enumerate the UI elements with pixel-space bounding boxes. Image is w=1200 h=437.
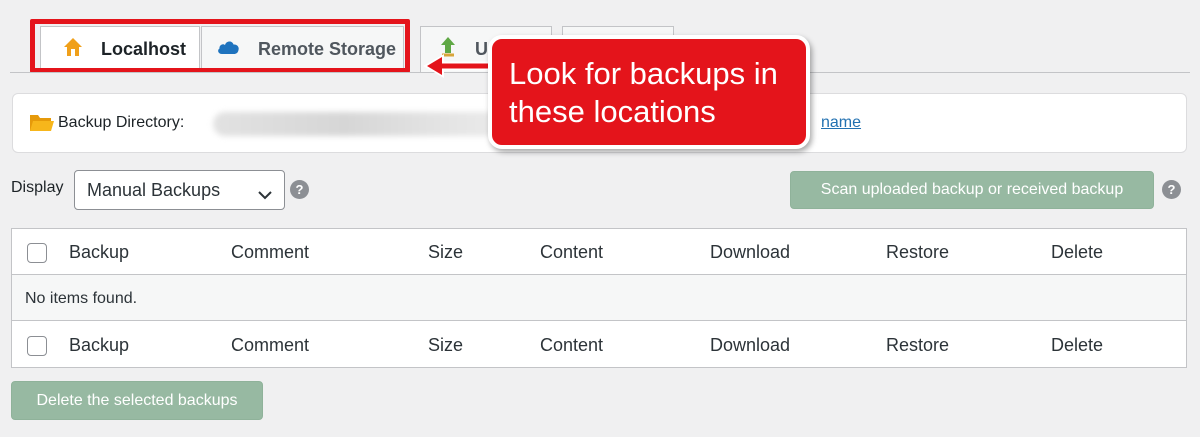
select-all-checkbox[interactable] — [27, 336, 47, 356]
tab-divider — [199, 31, 200, 69]
tab-localhost[interactable]: Localhost — [40, 26, 200, 72]
table-empty-row: No items found. — [12, 275, 1186, 321]
column-footer[interactable]: Backup — [69, 335, 129, 356]
column-header: Size — [428, 242, 464, 262]
tab-localhost-label: Localhost — [101, 39, 187, 59]
annotation-callout: Look for backups in these locations — [488, 35, 810, 149]
help-icon[interactable]: ? — [290, 180, 309, 199]
column-footer: Restore — [886, 335, 950, 355]
backup-directory-label: Backup Directory: — [58, 114, 185, 131]
column-header[interactable]: Backup — [69, 242, 129, 263]
column-footer: Size — [428, 335, 464, 355]
column-header: Delete — [1051, 242, 1104, 262]
column-footer: Download — [710, 335, 791, 355]
backups-table: Backup Comment Size Content Download Res… — [11, 228, 1187, 368]
folder-icon — [29, 111, 55, 138]
scan-backup-button[interactable]: Scan uploaded backup or received backup — [790, 171, 1154, 209]
help-icon[interactable]: ? — [1162, 180, 1181, 199]
column-header: Comment — [231, 242, 310, 262]
tab-remote-storage-label: Remote Storage — [258, 39, 397, 59]
display-label: Display — [11, 179, 64, 196]
delete-selected-button[interactable]: Delete the selected backups — [11, 381, 263, 420]
chevron-down-icon — [258, 184, 272, 205]
cloud-icon — [216, 39, 240, 60]
column-header: Content — [540, 242, 604, 262]
home-icon — [63, 37, 83, 62]
column-header: Download — [710, 242, 791, 262]
table-footer-row: Backup Comment Size Content Download Res… — [12, 322, 1186, 368]
callout-line-1: Look for backups in — [509, 56, 778, 91]
rename-directory-link[interactable]: name — [821, 114, 861, 132]
tab-remote-storage[interactable]: Remote Storage — [201, 26, 404, 72]
display-selected-value: Manual Backups — [87, 179, 221, 200]
column-footer: Comment — [231, 335, 310, 355]
select-all-checkbox[interactable] — [27, 243, 47, 263]
empty-message: No items found. — [25, 290, 138, 307]
display-select[interactable]: Manual Backups — [74, 170, 285, 210]
column-footer: Content — [540, 335, 604, 355]
callout-line-2: these locations — [509, 94, 716, 129]
column-footer: Delete — [1051, 335, 1104, 355]
column-header: Restore — [886, 242, 950, 262]
table-header-row: Backup Comment Size Content Download Res… — [12, 229, 1186, 275]
